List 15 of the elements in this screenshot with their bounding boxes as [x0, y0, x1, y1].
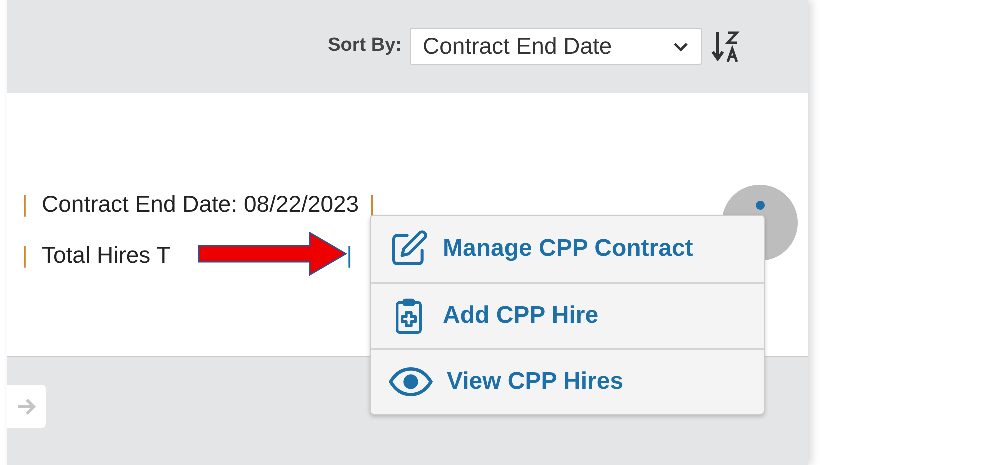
- menu-item[interactable]: Add CPP Hire: [371, 282, 764, 348]
- menu-item[interactable]: Manage CPP Contract: [371, 216, 764, 282]
- sort-descending-icon[interactable]: [710, 30, 742, 64]
- sort-label: Sort By:: [328, 34, 402, 58]
- chevron-down-icon: [673, 40, 689, 52]
- separator: |: [346, 240, 353, 270]
- detail-text: Total Hires T: [42, 240, 171, 270]
- arrow-right-icon: [16, 398, 36, 416]
- sort-select[interactable]: Contract End Date: [410, 28, 702, 65]
- eye-icon: [389, 367, 433, 397]
- detail-text: Contract End Date: 08/22/2023: [42, 190, 360, 219]
- menu-item[interactable]: View CPP Hires: [371, 348, 764, 414]
- separator: |: [22, 190, 29, 219]
- separator: |: [22, 240, 29, 270]
- separator: |: [369, 190, 376, 219]
